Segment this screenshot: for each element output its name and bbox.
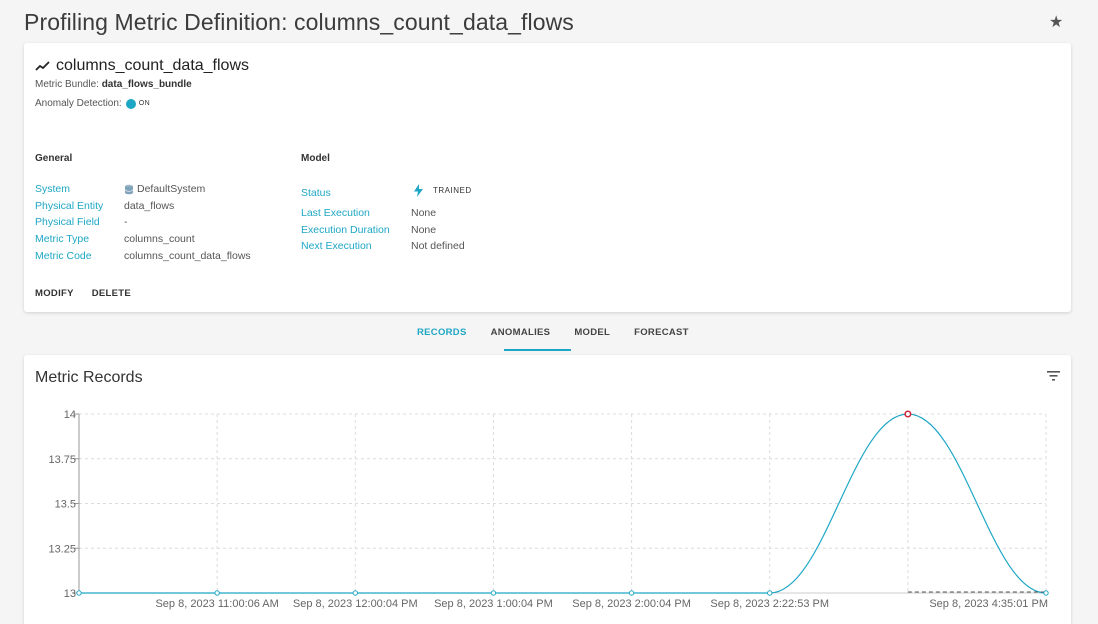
model-section-title: Model xyxy=(301,153,330,164)
metric-bundle: Metric Bundle: data_flows_bundle xyxy=(35,79,192,90)
x-tick-label: Sep 8, 2023 12:00:04 PM xyxy=(293,598,418,610)
anomaly-status-dot xyxy=(125,98,136,109)
data-point xyxy=(628,590,635,596)
tab-forecast[interactable]: FORECAST xyxy=(622,322,701,352)
general-key[interactable]: Physical Field xyxy=(35,216,100,228)
bolt-icon xyxy=(414,184,423,197)
data-point xyxy=(767,590,773,596)
star-icon[interactable]: ★ xyxy=(1049,15,1065,31)
model-value: None xyxy=(411,224,437,236)
general-value: - xyxy=(124,216,128,228)
general-key[interactable]: Metric Code xyxy=(35,250,92,262)
model-key[interactable]: Last Execution xyxy=(301,207,370,219)
x-tick-label: Sep 8, 2023 4:35:01 PM xyxy=(929,598,1048,610)
tab-records[interactable]: RECORDS xyxy=(405,322,479,352)
general-value: columns_count_data_flows xyxy=(124,250,251,262)
x-tick-label: Sep 8, 2023 11:00:06 AM xyxy=(155,598,278,610)
tab-anomalies[interactable]: ANOMALIES xyxy=(479,322,563,352)
y-tick-label: 13 xyxy=(64,588,76,600)
model-value: None xyxy=(411,207,437,219)
page: Profiling Metric Definition: columns_cou… xyxy=(0,0,1098,624)
database-icon xyxy=(124,184,134,194)
modify-button[interactable]: MODIFY xyxy=(35,288,74,299)
data-point xyxy=(490,590,497,596)
model-value: TRAINED xyxy=(414,184,472,197)
metric-records-card: Metric Records 13 13.25 13.5 13.75 14 Sep 8, … xyxy=(24,355,1071,624)
anomaly-detection-value: ON xyxy=(138,100,151,107)
data-point xyxy=(1043,590,1049,596)
delete-button[interactable]: DELETE xyxy=(92,288,131,299)
definition-actions: MODIFY DELETE xyxy=(35,288,131,299)
general-value: DefaultSystem xyxy=(124,183,205,195)
anomaly-point xyxy=(904,410,912,418)
model-key[interactable]: Status xyxy=(301,187,331,199)
data-point xyxy=(76,590,82,596)
general-value-text: DefaultSystem xyxy=(137,183,206,195)
general-key[interactable]: Metric Type xyxy=(35,233,89,245)
model-status-text: TRAINED xyxy=(433,186,472,195)
anomaly-detection: Anomaly Detection: ON xyxy=(35,98,150,109)
y-tick-label: 14 xyxy=(64,409,76,421)
page-title: Profiling Metric Definition: columns_cou… xyxy=(24,9,574,35)
metric-records-chart: 13 13.25 13.5 13.75 14 Sep 8, 2023 11:00:06 A… xyxy=(48,409,1049,610)
y-tick-label: 13.5 xyxy=(55,499,76,511)
anomaly-detection-label: Anomaly Detection: xyxy=(35,98,122,109)
metric-bundle-value: data_flows_bundle xyxy=(101,79,192,90)
y-tick-label: 13.25 xyxy=(48,543,76,555)
metric-name: columns_count_data_flows xyxy=(35,57,249,75)
x-tick-label: Sep 8, 2023 2:22:53 PM xyxy=(710,598,829,610)
general-key[interactable]: Physical Entity xyxy=(35,200,103,212)
general-value: columns_count xyxy=(124,233,195,245)
metric-bundle-label: Metric Bundle: xyxy=(35,79,99,90)
general-section-title: General xyxy=(35,153,73,164)
x-tick-label: Sep 8, 2023 1:00:04 PM xyxy=(434,598,553,610)
tab-bar: RECORDS ANOMALIES MODEL FORECAST xyxy=(405,322,701,352)
data-point xyxy=(352,590,358,596)
tab-model[interactable]: MODEL xyxy=(562,322,622,352)
metric-definition-card: columns_count_data_flows Metric Bundle: … xyxy=(24,43,1071,312)
data-point xyxy=(214,590,220,596)
y-tick-label: 13.75 xyxy=(48,454,76,466)
metric-name-text: columns_count_data_flows xyxy=(56,57,250,74)
general-value: data_flows xyxy=(124,200,175,212)
model-key[interactable]: Execution Duration xyxy=(301,224,390,236)
model-key[interactable]: Next Execution xyxy=(301,240,372,252)
trending-icon xyxy=(35,61,50,71)
general-key[interactable]: System xyxy=(35,183,70,195)
active-tab-indicator xyxy=(504,349,571,351)
x-tick-label: Sep 8, 2023 2:00:04 PM xyxy=(572,598,691,610)
model-value: Not defined xyxy=(411,240,465,252)
